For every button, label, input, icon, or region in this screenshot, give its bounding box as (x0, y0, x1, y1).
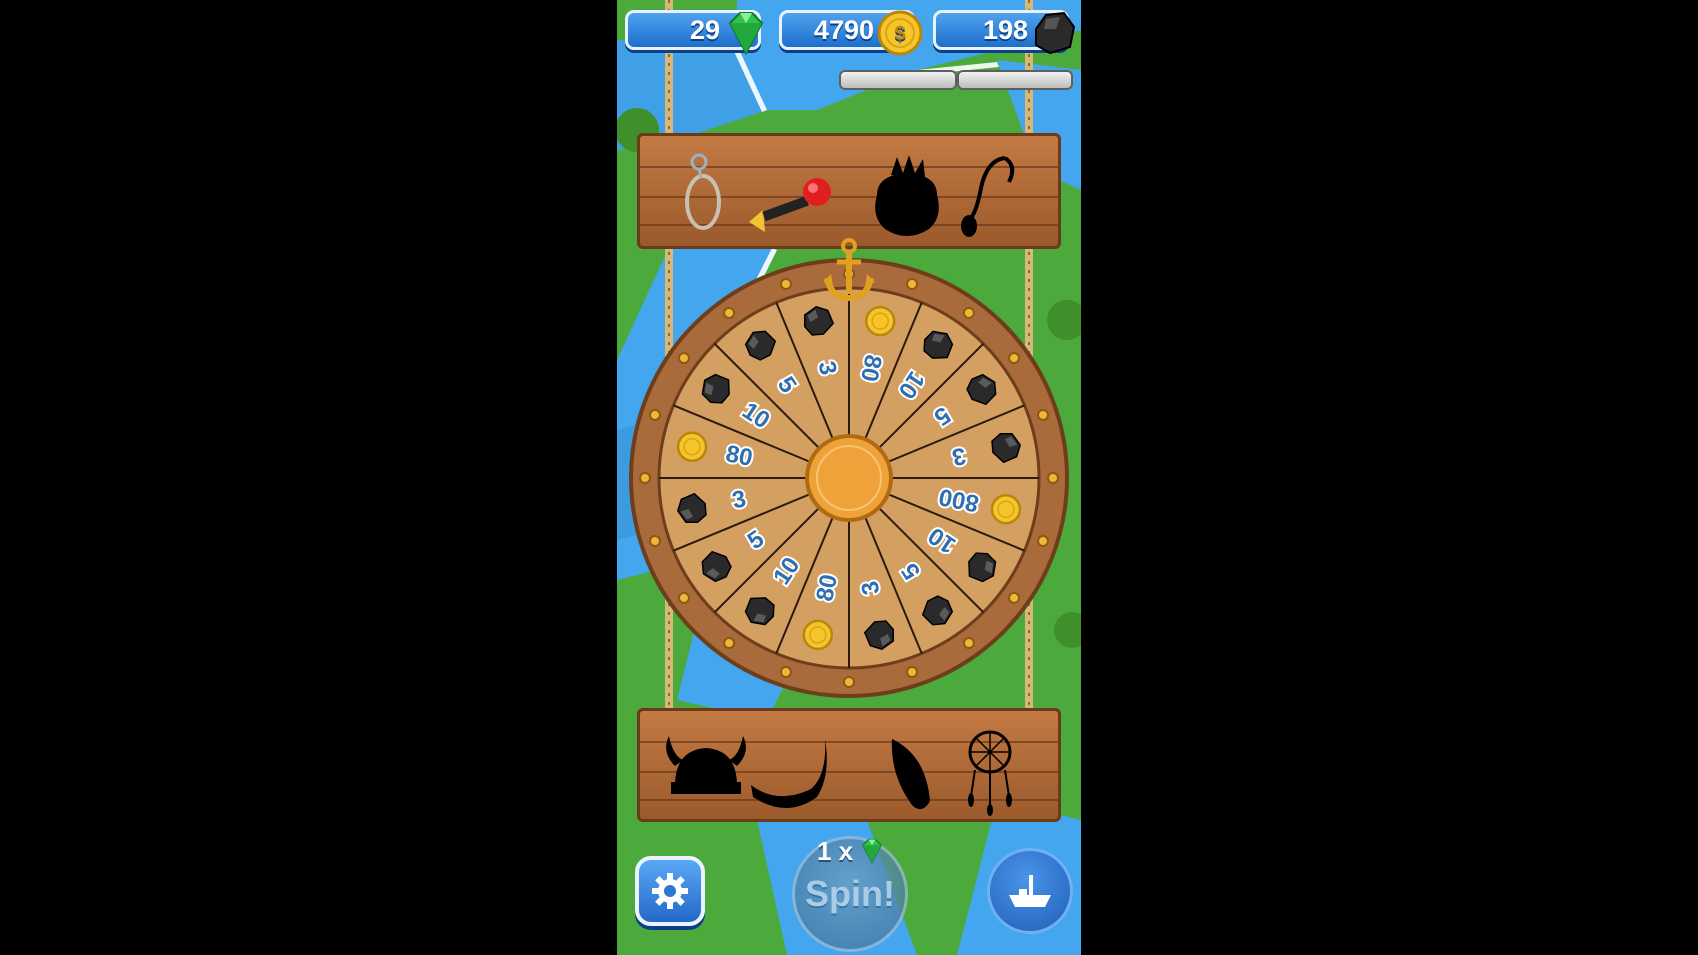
green-gem-icon (862, 838, 883, 864)
rim-bolt (779, 666, 792, 679)
gold-coin-icon (990, 493, 1022, 525)
rim-bolt (1008, 352, 1021, 365)
spin-button-label: Spin! (805, 873, 895, 914)
rim-bolt (843, 676, 855, 688)
rim-bolt (779, 277, 792, 290)
boat-icon (1009, 875, 1051, 907)
rim-bolt (1008, 591, 1021, 604)
prize-wheel[interactable]: 80 10538001053801053801053 (617, 0, 1081, 955)
rim-bolt (962, 306, 975, 319)
rim-bolt (723, 637, 736, 650)
gear-icon (652, 873, 688, 909)
rim-bolt (1047, 472, 1059, 484)
rim-bolt (639, 472, 651, 484)
rim-bolt (648, 408, 661, 421)
rim-bolt (677, 591, 690, 604)
rim-bolt (1037, 408, 1050, 421)
segment-value-label: 80 (855, 352, 887, 383)
anchor-icon (823, 238, 875, 302)
spin-cost-label: 1 x (817, 835, 854, 866)
segment-value-label: 80 (811, 572, 843, 603)
rim-bolt (723, 306, 736, 319)
rim-bolt (1037, 535, 1050, 548)
rim-bolt (906, 277, 919, 290)
spin-cost: 1 x (817, 836, 897, 866)
rim-bolt (677, 352, 690, 365)
rim-bolt (962, 637, 975, 650)
segment-value-label: 80 (723, 440, 754, 472)
gold-coin-icon (802, 619, 834, 651)
rim-bolt (906, 666, 919, 679)
gold-coin-icon (864, 305, 896, 337)
boat-button[interactable] (987, 848, 1073, 934)
settings-button[interactable] (635, 856, 705, 926)
wheel-hub (805, 434, 893, 522)
gold-coin-icon (676, 431, 708, 463)
rim-bolt (648, 535, 661, 548)
game-screen: 29 4790 $ 198 80 10 5 3 800 10 5 3 80 10… (617, 0, 1081, 955)
